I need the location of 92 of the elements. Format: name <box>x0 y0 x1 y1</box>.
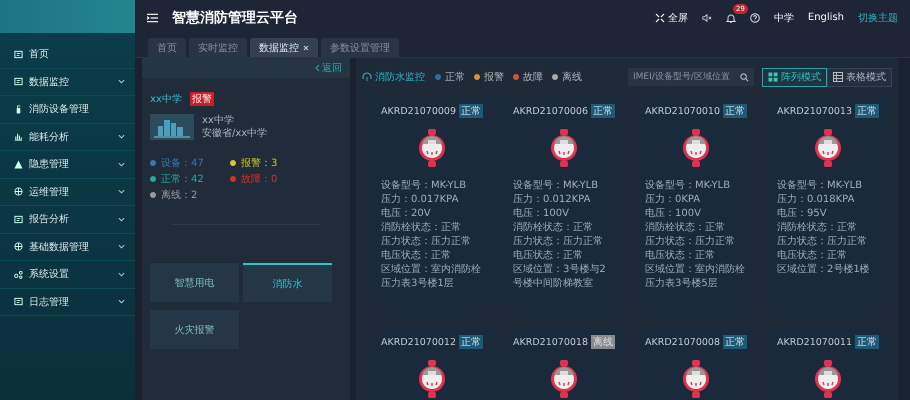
device-id: AKRD21070011 <box>777 336 852 348</box>
stat-label: 设备：47 <box>161 157 204 170</box>
status-badge: 正常 <box>723 104 747 118</box>
device-id: AKRD21070006 <box>513 106 588 116</box>
app-title: 智慧消防管理云平台 <box>172 8 298 26</box>
device-card[interactable]: AKRD21070006 正常 设备型号：MK-YLB 压力：0.012KPA 电压：100V 消防栓状态：正常 压力状态：压力正常 电压状态：正常 区域位置：3号楼与2号楼中间阶梯教室 <box>503 96 625 314</box>
unit-name: xx中学 <box>202 114 235 127</box>
device-field: 消防栓状态：正常 <box>513 221 615 235</box>
device-field: 压力状态：压力正常 <box>645 235 747 249</box>
device-id: AKRD21070018 <box>513 336 588 348</box>
legend-label: 故障 <box>523 70 543 84</box>
sidebar-item[interactable]: 消防设备管理 <box>0 96 135 124</box>
device-card[interactable]: AKRD21070008 正常 <box>635 327 757 400</box>
category-button[interactable]: 火灾报警 <box>150 310 239 349</box>
device-field: 压力状态：压力正常 <box>381 235 483 249</box>
device-field: 设备型号：MK-YLB <box>777 179 879 193</box>
category-button[interactable]: 消防水 <box>243 263 332 302</box>
sidebar-item[interactable]: 基础数据管理 <box>0 234 135 261</box>
device-id: AKRD21070010 <box>645 106 720 116</box>
legend-label: 离线 <box>562 70 582 84</box>
stat-label: 正常：42 <box>161 172 204 186</box>
device-field: 电压：95V <box>777 207 879 221</box>
device-id: AKRD21070013 <box>777 106 852 116</box>
device-card[interactable]: AKRD21070012 正常 <box>371 327 493 400</box>
device-field: 设备型号：MK-YLB <box>513 179 615 193</box>
device-field: 区域位置：3号楼与2号楼中间阶梯教室 <box>513 263 615 291</box>
device-field: 电压：20V <box>381 207 483 221</box>
tab[interactable]: 参数设置管理 <box>321 38 399 57</box>
device-field: 压力：0.018KPA <box>777 193 879 207</box>
sidebar-item[interactable]: 隐患管理 <box>0 151 135 178</box>
device-id: AKRD21070008 <box>645 336 720 348</box>
stat-label: 故障：0 <box>241 172 278 186</box>
device-field: 电压状态：正常 <box>645 249 747 263</box>
sidebar-item[interactable]: 报告分析 <box>0 206 135 234</box>
tab[interactable]: 数据监控 <box>250 38 318 57</box>
language-link[interactable]: English <box>808 12 844 23</box>
device-card[interactable]: AKRD21070018 离线 <box>503 327 625 400</box>
device-field: 电压：100V <box>645 207 747 221</box>
device-id: AKRD21070009 <box>381 106 456 116</box>
sidebar-item[interactable]: 数据监控 <box>0 68 135 96</box>
legend-label: 正常 <box>445 70 465 84</box>
status-badge: 正常 <box>459 335 483 349</box>
device-field: 区域位置：室内消防栓压力表3号楼5层 <box>645 263 747 291</box>
device-field: 电压状态：正常 <box>381 249 483 263</box>
stat-label: 离线：2 <box>161 188 198 202</box>
status-badge: 正常 <box>591 104 615 118</box>
theme-switch-link[interactable]: 切换主题 <box>858 10 898 24</box>
device-card[interactable]: AKRD21070013 正常 设备型号：MK-YLB 压力：0.018KPA 电压：95V 消防栓状态：正常 压力状态：压力正常 电压状态：正常 区域位置：2号楼1楼 <box>767 96 889 314</box>
search-field[interactable]: IMEI/设备型号/区域位置 <box>628 68 754 86</box>
category-button[interactable]: 智慧用电 <box>150 263 239 302</box>
sidebar-item[interactable]: 首页 <box>0 41 135 68</box>
view-mode-button[interactable]: 阵列模式 <box>762 68 827 86</box>
device-field: 电压状态：正常 <box>777 249 879 263</box>
tab[interactable]: 首页 <box>148 38 186 57</box>
device-field: 设备型号：MK-YLB <box>645 179 747 193</box>
back-link[interactable]: 返回 <box>315 61 342 75</box>
device-id: AKRD21070012 <box>381 336 456 348</box>
device-field: 压力：0.017KPA <box>381 193 483 207</box>
school-label[interactable]: 中学 <box>774 10 794 24</box>
status-badge: 离线 <box>591 335 615 349</box>
device-field: 压力：0KPA <box>645 193 747 207</box>
fullscreen-button[interactable]: 全屏 <box>654 10 688 24</box>
status-badge: 正常 <box>855 335 879 349</box>
device-card[interactable]: AKRD21070009 正常 设备型号：MK-YLB 压力：0.017KPA 电压：20V 消防栓状态：正常 压力状态：压力正常 电压状态：正常 区域位置：室内消防栓压力表3号楼1层 <box>371 96 493 314</box>
view-mode-button[interactable]: 表格模式 <box>827 68 892 86</box>
device-card[interactable]: AKRD21070010 正常 设备型号：MK-YLB 压力：0KPA 电压：100V 消防栓状态：正常 压力状态：压力正常 电压状态：正常 区域位置：室内消防栓压力表3号楼5层 <box>635 96 757 314</box>
device-field: 区域位置：室内消防栓压力表3号楼1层 <box>381 263 483 291</box>
device-field: 压力状态：压力正常 <box>513 235 615 249</box>
sidebar-item[interactable]: 运维管理 <box>0 178 135 206</box>
sidebar-item[interactable]: 能耗分析 <box>0 124 135 151</box>
legend-label: 报警 <box>484 70 504 84</box>
alarm-badge: 报警 <box>190 92 214 106</box>
unit-address: 安徽省/xx中学 <box>202 127 268 140</box>
device-field: 设备型号：MK-YLB <box>381 179 483 193</box>
status-badge: 正常 <box>855 104 879 118</box>
device-field: 消防栓状态：正常 <box>381 221 483 235</box>
tab[interactable]: 实时监控 <box>189 38 247 57</box>
monitor-title: 消防水监控 <box>375 70 425 84</box>
sidebar-item[interactable]: 系统设置 <box>0 261 135 288</box>
device-field: 电压：100V <box>513 207 615 221</box>
device-field: 电压状态：正常 <box>513 249 615 263</box>
sidebar-item[interactable]: 日志管理 <box>0 288 135 316</box>
device-field: 压力状态：压力正常 <box>777 235 879 249</box>
stat-label: 报警：3 <box>241 156 278 170</box>
device-field: 压力：0.012KPA <box>513 193 615 207</box>
site-name: xx中学 <box>150 92 182 106</box>
status-badge: 正常 <box>459 104 483 118</box>
device-field: 消防栓状态：正常 <box>645 221 747 235</box>
device-field: 消防栓状态：正常 <box>777 221 879 235</box>
device-card[interactable]: AKRD21070011 正常 <box>767 327 889 400</box>
device-field: 区域位置：2号楼1楼 <box>777 263 879 277</box>
status-badge: 正常 <box>723 335 747 349</box>
